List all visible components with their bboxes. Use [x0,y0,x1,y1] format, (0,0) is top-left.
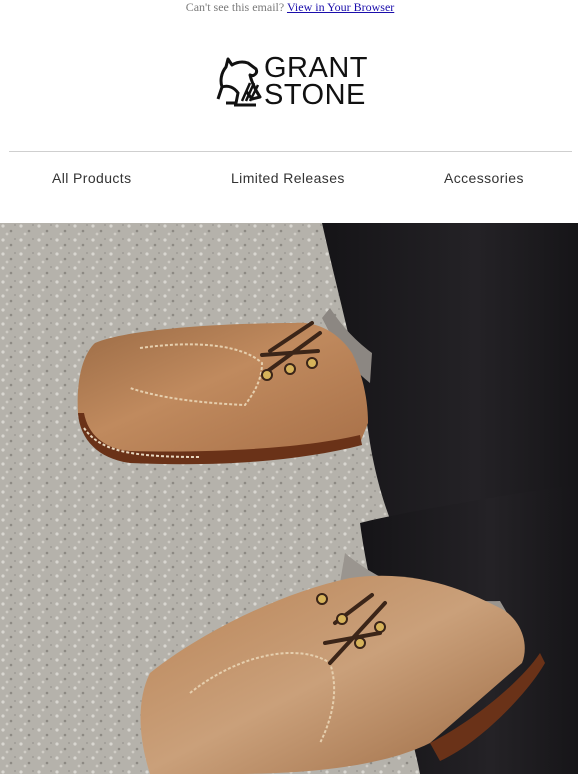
nav-accessories[interactable]: Accessories [444,170,524,186]
hero-boots-image[interactable] [0,223,578,774]
grant-stone-logo[interactable]: GRANT STONE [212,52,368,112]
view-in-browser-link[interactable]: View in Your Browser [287,0,394,14]
preheader: Can't see this email? View in Your Brows… [0,0,580,16]
nav-bar: All Products Limited Releases Accessorie… [0,152,580,204]
brand-line2: STONE [264,79,366,111]
brand-line1: GRANT [264,52,368,84]
horse-head-icon [216,57,262,107]
preheader-text: Can't see this email? [185,0,285,14]
nav-all-products[interactable]: All Products [52,170,132,186]
boots-photo [0,223,578,774]
nav-limited-releases[interactable]: Limited Releases [231,170,345,186]
